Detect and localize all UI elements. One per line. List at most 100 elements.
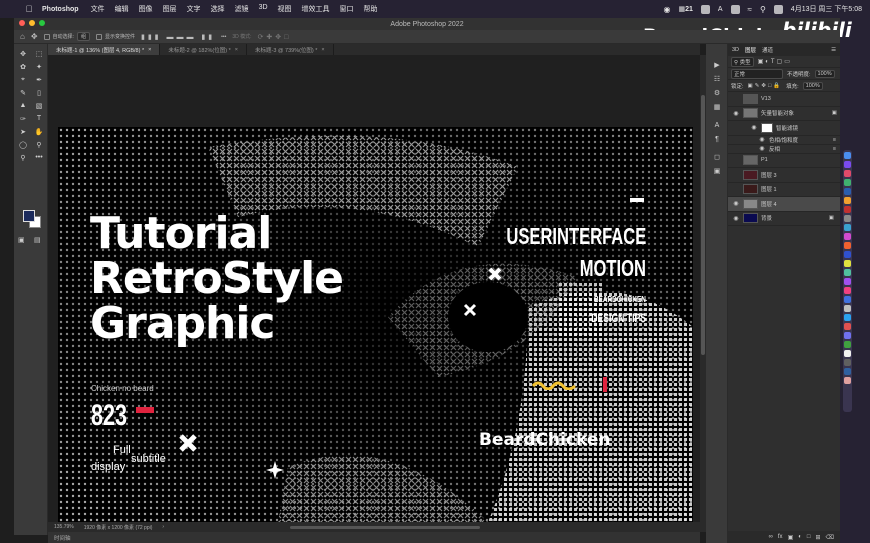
adjustment-layer-icon[interactable]: ◐ bbox=[798, 534, 802, 540]
dock-app-icon[interactable] bbox=[844, 242, 851, 249]
document-canvas[interactable]: Tutorial RetroStyle Graphic USERINTERFAC… bbox=[58, 127, 693, 522]
filter-row-item[interactable]: ◉ 色相/饱和度 ≡ bbox=[728, 136, 840, 145]
menu-item-plugins[interactable]: 增效工具 bbox=[302, 4, 330, 14]
group-icon[interactable]: □ bbox=[807, 534, 811, 540]
close-tab-icon[interactable]: × bbox=[148, 47, 151, 53]
layer-row-active[interactable]: ◉ 图层 4 bbox=[728, 197, 840, 212]
layer-row[interactable]: 图层 3 bbox=[728, 168, 840, 183]
scroll-thumb[interactable] bbox=[701, 95, 705, 355]
dock-app-icon[interactable] bbox=[844, 278, 851, 285]
dock-app-icon[interactable] bbox=[844, 206, 851, 213]
tab-channels[interactable]: 通道 bbox=[762, 46, 773, 54]
document-info[interactable]: 1920 像素 x 1200 像素 (72 ppi) bbox=[84, 524, 153, 531]
dock-app-icon[interactable] bbox=[844, 350, 851, 357]
zoom-tool-icon[interactable]: ⚲ bbox=[15, 152, 31, 163]
zoom-tool-icon[interactable]: ⚲ bbox=[31, 139, 47, 150]
menu-item-image[interactable]: 图像 bbox=[139, 4, 153, 14]
dock-app-icon[interactable] bbox=[844, 377, 851, 384]
shape-tool-icon[interactable]: ◯ bbox=[15, 139, 31, 150]
dock-app-icon[interactable] bbox=[844, 296, 851, 303]
menu-extra-icon[interactable] bbox=[700, 4, 710, 14]
menu-item-help[interactable]: 帮助 bbox=[364, 4, 378, 14]
new-layer-icon[interactable]: ⊞ bbox=[815, 534, 820, 541]
show-transform-checkbox[interactable] bbox=[95, 33, 102, 40]
menu-clock[interactable]: 4月13日 周三 下午5:08 bbox=[791, 4, 862, 14]
foreground-color-swatch[interactable] bbox=[23, 210, 35, 222]
dock-app-icon[interactable] bbox=[844, 170, 851, 177]
3d-icons[interactable]: ⟳✚✥□ bbox=[258, 33, 292, 41]
dock-app-icon[interactable] bbox=[844, 287, 851, 294]
dock-app-icon[interactable] bbox=[844, 323, 851, 330]
marquee-tool-icon[interactable]: ⬚ bbox=[31, 48, 47, 59]
menu-item-edit[interactable]: 编辑 bbox=[115, 4, 129, 14]
record-icon[interactable]: ◉ bbox=[663, 5, 670, 14]
input-method-icon[interactable]: A bbox=[718, 6, 723, 13]
battery-icon[interactable]: ▦21 bbox=[678, 5, 692, 13]
eye-icon[interactable]: ◉ bbox=[732, 215, 740, 222]
layer-row[interactable]: ◉ 矢量智能对象 ▣ bbox=[728, 107, 840, 121]
trash-icon[interactable]: ⌫ bbox=[826, 534, 834, 541]
dock-app-icon[interactable] bbox=[844, 197, 851, 204]
dock-app-icon[interactable] bbox=[844, 215, 851, 222]
auto-select-dropdown[interactable]: 组 bbox=[76, 32, 90, 41]
dock-app-icon[interactable] bbox=[844, 188, 851, 195]
brush-tool-icon[interactable]: ✎ bbox=[15, 87, 31, 98]
layer-row[interactable]: 图层 1 bbox=[728, 183, 840, 197]
dock-app-icon[interactable] bbox=[844, 224, 851, 231]
filter-options-icon[interactable]: ≡ bbox=[833, 137, 836, 143]
fx-icon[interactable]: fx bbox=[778, 534, 783, 540]
layer-row[interactable]: ◉ 背景 ▣ bbox=[728, 212, 840, 226]
pen-tool-icon[interactable]: ✑ bbox=[15, 113, 31, 124]
auto-select-checkbox[interactable] bbox=[43, 33, 50, 40]
crop-tool-icon[interactable]: ⌖ bbox=[15, 74, 31, 85]
properties-icon[interactable]: ☷ bbox=[706, 72, 728, 86]
timeline-panel-tab[interactable]: 时间轴 bbox=[48, 532, 700, 543]
quick-mask-icon[interactable]: ▣ bbox=[18, 236, 25, 244]
tab-document-1[interactable]: 未标题-1 @ 136% (图层 4, RGB/8) * × bbox=[48, 44, 161, 55]
stamp-tool-icon[interactable]: ▲ bbox=[15, 100, 31, 111]
chevron-right-icon[interactable]: › bbox=[162, 524, 164, 530]
dock-app-icon[interactable] bbox=[844, 161, 851, 168]
menu-item-filter[interactable]: 滤镜 bbox=[235, 4, 249, 14]
close-icon[interactable] bbox=[19, 20, 25, 26]
link-icon[interactable]: ∞ bbox=[769, 534, 773, 540]
dock-app-icon[interactable] bbox=[844, 233, 851, 240]
dock-app-icon[interactable] bbox=[844, 341, 851, 348]
path-select-tool-icon[interactable]: ➤ bbox=[15, 126, 31, 137]
panel-menu-icon[interactable]: ☰ bbox=[831, 47, 836, 53]
libraries-icon[interactable]: ▦ bbox=[706, 100, 728, 114]
menu-item-window[interactable]: 窗口 bbox=[340, 4, 354, 14]
dock-app-icon[interactable] bbox=[844, 251, 851, 258]
tab-3d[interactable]: 3D bbox=[732, 47, 739, 53]
type-tool-icon[interactable]: T bbox=[31, 113, 47, 124]
menu-item-type[interactable]: 文字 bbox=[187, 4, 201, 14]
dock-app-icon[interactable] bbox=[844, 179, 851, 186]
adjustments-icon[interactable]: ⚙ bbox=[706, 86, 728, 100]
eye-icon[interactable]: ◉ bbox=[758, 145, 766, 152]
character-icon[interactable]: A bbox=[706, 118, 728, 132]
lasso-tool-icon[interactable]: ✿ bbox=[15, 61, 31, 72]
history-icon[interactable]: ▶ bbox=[706, 58, 728, 72]
horizontal-scroll-thumb[interactable] bbox=[290, 526, 480, 529]
layer-row[interactable]: ◉ 智能滤镜 bbox=[728, 121, 840, 136]
zoom-level[interactable]: 135.79% bbox=[54, 524, 74, 530]
gradient-tool-icon[interactable]: ▧ bbox=[31, 100, 47, 111]
opacity-field[interactable]: 100% bbox=[814, 69, 835, 78]
dock-app-icon[interactable] bbox=[844, 314, 851, 321]
more-tools-icon[interactable]: ••• bbox=[31, 152, 47, 163]
minimize-icon[interactable] bbox=[29, 20, 35, 26]
filter-type-dropdown[interactable]: ⚲ 类型 bbox=[731, 56, 754, 67]
eye-icon[interactable]: ◉ bbox=[758, 136, 766, 143]
dock-app-icon[interactable] bbox=[844, 260, 851, 267]
menu-item-3d[interactable]: 3D bbox=[259, 4, 268, 14]
more-icon[interactable]: ••• bbox=[221, 34, 226, 40]
apple-icon[interactable]:  bbox=[24, 4, 34, 14]
eraser-tool-icon[interactable]: ▯ bbox=[31, 87, 47, 98]
dock-app-icon[interactable] bbox=[844, 359, 851, 366]
document-workspace[interactable]: Tutorial RetroStyle Graphic USERINTERFAC… bbox=[48, 55, 700, 522]
control-center-icon[interactable] bbox=[773, 4, 783, 14]
menu-app-name[interactable]: Photoshop bbox=[42, 6, 79, 13]
dock-app-icon[interactable] bbox=[844, 332, 851, 339]
fill-field[interactable]: 100% bbox=[802, 81, 823, 90]
lock-icons[interactable]: ▣✎✥□🔒 bbox=[748, 83, 783, 89]
